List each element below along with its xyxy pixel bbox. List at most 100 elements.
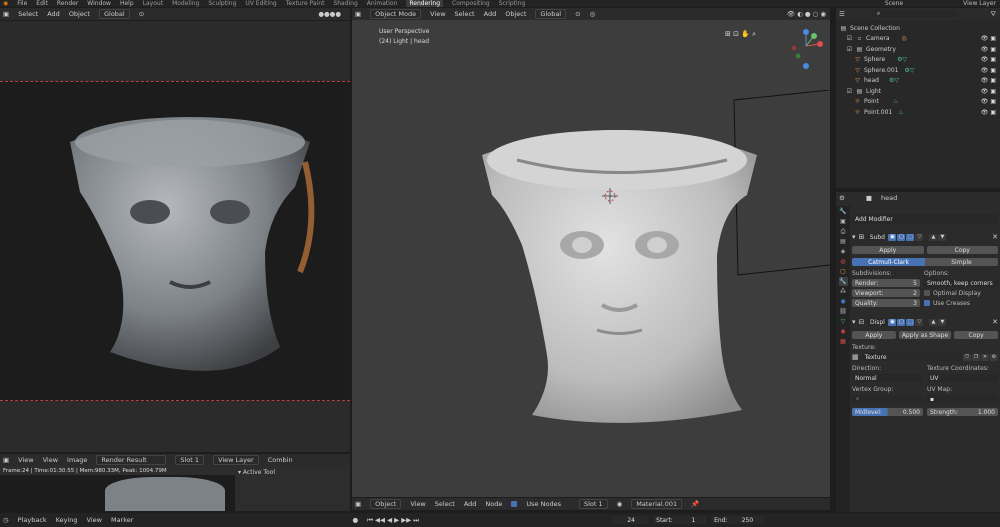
current-frame-field[interactable]: 24 <box>613 516 650 524</box>
editmode-toggle-icon[interactable]: ⬚ <box>906 233 915 241</box>
tab-modeling[interactable]: Modeling <box>172 0 199 7</box>
direction-selector[interactable]: Normal <box>852 374 923 382</box>
texture-browse-icon[interactable]: ▦ <box>852 353 859 361</box>
outliner-item-head[interactable]: ▽ head ⚙▽ 👁 ▣ <box>840 76 996 87</box>
render-toggle-icon[interactable]: ▣ <box>888 318 897 326</box>
menu-select[interactable]: Select <box>435 500 455 508</box>
menu-object[interactable]: Object <box>69 10 90 18</box>
visibility-icons[interactable]: 👁 ▣ <box>981 35 996 42</box>
tab-animation[interactable]: Animation <box>367 0 398 7</box>
tab-sculpting[interactable]: Sculpting <box>208 0 236 7</box>
visibility-icons[interactable]: 👁 ▣ <box>981 77 996 84</box>
tool-tab-icon[interactable]: 🔧 <box>839 207 848 216</box>
head-mesh[interactable] <box>477 115 762 425</box>
catmull-clark-tab[interactable]: Catmull-Clark <box>852 258 925 266</box>
cage-toggle-icon[interactable]: ▽ <box>915 318 924 326</box>
axis-gizmo-icon[interactable] <box>784 26 828 76</box>
use-creases-toggle[interactable]: Use Creases <box>924 300 970 307</box>
light-data-icon[interactable]: ♨ <box>893 98 898 105</box>
constraints-tab-icon[interactable]: ⛓ <box>839 307 848 316</box>
image-editor[interactable]: Frame:24 | Time:01:30.55 | Mem:980.33M, … <box>0 466 350 511</box>
visibility-icons[interactable]: 👁 ▣ <box>981 67 996 74</box>
snap-icon[interactable]: ⊙ <box>575 10 580 18</box>
menu-view[interactable]: View <box>410 500 425 508</box>
particles-tab-icon[interactable]: ⁂ <box>839 287 848 296</box>
texture-settings-icon[interactable]: ⚙ <box>990 353 998 361</box>
outliner-item-sphere-001[interactable]: ▽ Sphere.001 ⚙▽ 👁 ▣ <box>840 65 996 76</box>
main-viewport[interactable]: User Perspective (24) Light | head ⊞ ⊡ ✋… <box>352 20 830 497</box>
move-up-icon[interactable]: ▲ <box>929 318 938 326</box>
editor-type-icon[interactable]: ◷ <box>3 516 9 524</box>
apply-as-shape-button[interactable]: Apply as Shape <box>898 331 952 339</box>
menu-window[interactable]: Window <box>87 0 111 7</box>
blender-logo-icon[interactable]: ◉ <box>3 0 8 7</box>
proportional-edit-icon[interactable]: ◎ <box>590 10 596 18</box>
physics-tab-icon[interactable]: ◉ <box>839 297 848 306</box>
scene-tab-icon[interactable]: ◈ <box>839 247 848 256</box>
outliner-item-point-001[interactable]: ☼ Point.001 ♨ 👁 ▣ <box>840 107 996 118</box>
transform-orientation[interactable]: Global <box>535 9 567 19</box>
outliner-item-light[interactable]: ☑ ▤ Light 👁 ▣ <box>840 86 996 97</box>
texture-tab-icon[interactable]: ▦ <box>839 337 848 346</box>
move-down-icon[interactable]: ▼ <box>938 233 947 241</box>
visibility-icons[interactable]: 👁 ▣ <box>981 56 996 63</box>
menu-add[interactable]: Add <box>464 500 477 508</box>
visibility-icons[interactable]: 👁 ▣ <box>981 98 996 105</box>
menu-image[interactable]: Image <box>67 456 87 464</box>
image-selector[interactable]: Render Result <box>96 455 167 465</box>
move-up-icon[interactable]: ▲ <box>929 233 938 241</box>
menu-object[interactable]: Object <box>505 10 526 18</box>
subsurf-copy-button[interactable]: Copy <box>926 246 998 254</box>
uv-smooth-selector[interactable]: Smooth, keep corners <box>924 279 998 287</box>
active-tool-panel[interactable]: ▾ Active Tool <box>238 469 275 476</box>
camera-data-icon[interactable]: ◎ <box>902 35 907 42</box>
playback-controls-icon[interactable]: ⏮ ◀◀ ◀ ▶ ▶▶ ⏭ <box>367 516 419 525</box>
outliner-item-geometry[interactable]: ☑ ▤ Geometry 👁 ▣ <box>840 44 996 55</box>
start-frame-field[interactable]: Start: 1 <box>653 516 708 524</box>
render-tab-icon[interactable]: ▣ <box>839 217 848 226</box>
material-selector[interactable]: Material.001 <box>631 499 683 509</box>
shading-solid-icon[interactable]: ●●●● <box>318 10 341 18</box>
viewport-nav-icons[interactable]: ⊞ ⊡ ✋ ⌕ <box>725 30 756 39</box>
optimal-display-toggle[interactable]: Optimal Display <box>924 290 981 297</box>
displace-apply-button[interactable]: Apply <box>852 331 896 339</box>
subsurf-name-field[interactable]: Subd <box>867 233 888 241</box>
use-nodes-checkbox[interactable] <box>511 501 518 507</box>
viewport-shading-icons[interactable]: 👁 ◐ ● ○ ◉ <box>787 10 826 18</box>
data-tab-icon[interactable]: ▽ <box>839 317 848 326</box>
editor-type-icon[interactable]: ⚙ <box>839 194 845 202</box>
outliner-item-scene-collection[interactable]: ▤ Scene Collection <box>840 23 996 34</box>
tab-compositing[interactable]: Compositing <box>452 0 490 7</box>
tab-shading[interactable]: Shading <box>333 0 357 7</box>
optimal-display-checkbox[interactable] <box>924 290 930 296</box>
editor-type-icon[interactable]: ▣ <box>355 10 361 18</box>
menu-keying[interactable]: Keying <box>56 516 78 524</box>
menu-view[interactable]: View <box>430 10 445 18</box>
move-down-icon[interactable]: ▼ <box>938 318 947 326</box>
strength-field[interactable]: Strength: 1.000 <box>927 408 998 416</box>
unlink-icon[interactable]: ✕ <box>981 353 989 361</box>
checkbox-icon[interactable]: ☑ <box>846 88 853 95</box>
menu-playback[interactable]: Playback <box>18 516 47 524</box>
outliner-item-camera[interactable]: ☑ ▫ Camera ◎ 👁 ▣ <box>840 34 996 45</box>
visibility-icons[interactable]: 👁 ▣ <box>981 109 996 116</box>
viewport-levels-field[interactable]: Viewport: 2 <box>852 289 920 297</box>
tab-layout[interactable]: Layout <box>143 0 163 7</box>
menu-select[interactable]: Select <box>18 10 38 18</box>
outliner-search-input[interactable]: ⌕ <box>873 10 957 18</box>
outliner-item-point[interactable]: ☼ Point ♨ 👁 ▣ <box>840 97 996 108</box>
end-frame-field[interactable]: End: 250 <box>711 516 766 524</box>
light-data-icon[interactable]: ♨ <box>898 109 903 116</box>
slot-selector[interactable]: Slot 1 <box>175 455 205 465</box>
view-layer-tab-icon[interactable]: ▤ <box>839 237 848 246</box>
layer-selector[interactable]: View Layer <box>213 455 259 465</box>
displace-copy-button[interactable]: Copy <box>954 331 998 339</box>
menu-file[interactable]: File <box>17 0 27 7</box>
modifier-tab-icon[interactable]: 🔧 <box>838 277 848 286</box>
editor-type-icon[interactable]: ▣ <box>3 456 9 464</box>
texture-coords-selector[interactable]: UV <box>927 374 998 382</box>
texture-selector[interactable]: Texture <box>861 353 962 361</box>
record-icon[interactable]: ● <box>352 516 358 524</box>
left-viewport[interactable] <box>0 21 350 452</box>
close-icon[interactable]: ✕ <box>992 233 998 241</box>
